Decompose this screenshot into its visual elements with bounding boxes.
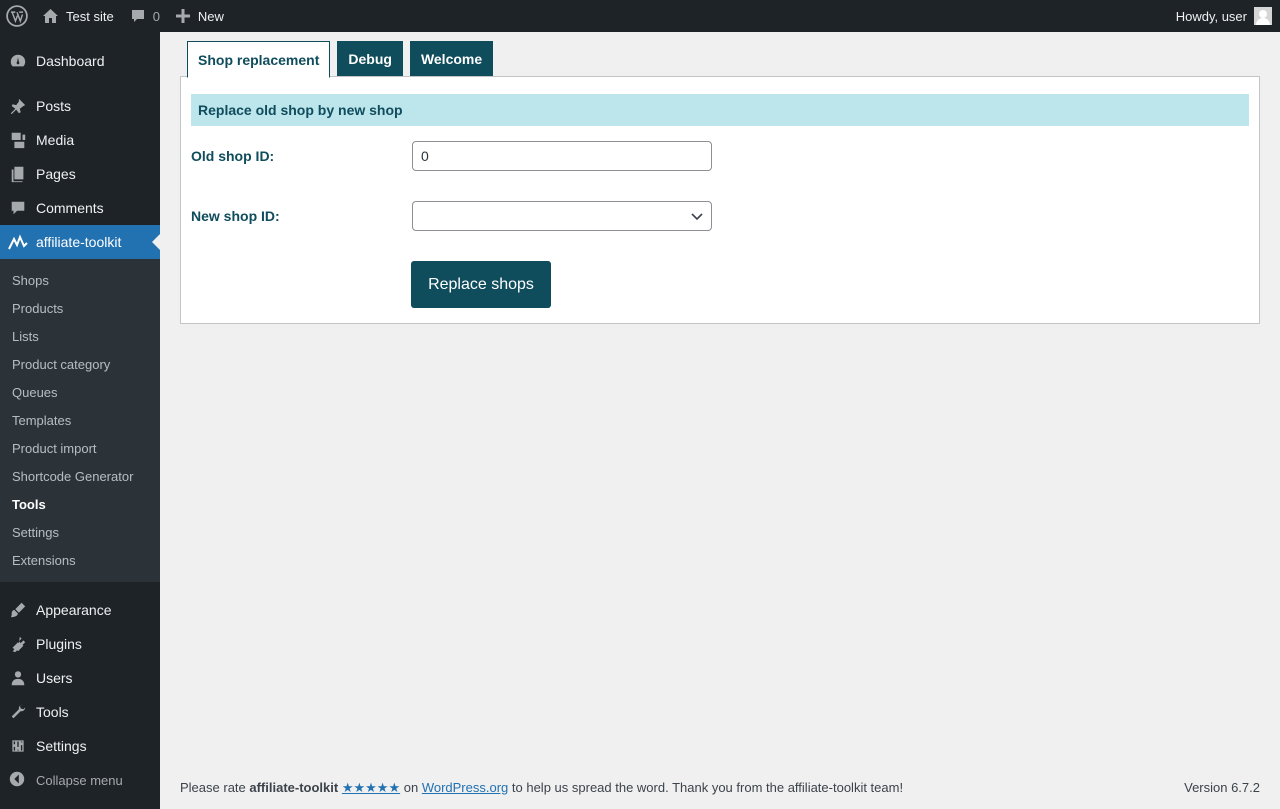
submenu-lists[interactable]: Lists <box>0 322 160 350</box>
submenu-products[interactable]: Products <box>0 294 160 322</box>
collapse-arrow-icon <box>8 770 28 790</box>
footer-text-1: Please rate <box>180 780 250 795</box>
pages-icon <box>8 164 28 184</box>
brush-icon <box>8 600 28 620</box>
menu-label: affiliate-toolkit <box>36 234 122 250</box>
wordpress-logo-icon[interactable] <box>0 0 34 32</box>
submenu-tools[interactable]: Tools <box>0 490 160 518</box>
affiliate-toolkit-submenu: Shops Products Lists Product category Qu… <box>0 259 160 582</box>
shop-replacement-panel: Replace old shop by new shop Old shop ID… <box>180 76 1260 324</box>
submenu-product-import[interactable]: Product import <box>0 434 160 462</box>
rating-stars-link[interactable]: ★★★★★ <box>342 780 400 795</box>
menu-label: Appearance <box>36 602 112 618</box>
submenu-extensions[interactable]: Extensions <box>0 546 160 574</box>
menu-users[interactable]: Users <box>0 661 160 695</box>
submenu-product-category[interactable]: Product category <box>0 350 160 378</box>
footer-text-3: to help us spread the word. Thank you fr… <box>508 780 904 795</box>
menu-label: Comments <box>36 200 104 216</box>
footer-text: Please rate affiliate-toolkit ★★★★★ on W… <box>180 780 903 796</box>
pin-icon <box>8 96 28 116</box>
menu-plugins[interactable]: Plugins <box>0 627 160 661</box>
tab-debug[interactable]: Debug <box>337 41 403 77</box>
menu-tools[interactable]: Tools <box>0 695 160 729</box>
tab-welcome[interactable]: Welcome <box>409 41 494 77</box>
submenu-queues[interactable]: Queues <box>0 378 160 406</box>
footer: Please rate affiliate-toolkit ★★★★★ on W… <box>180 780 1260 796</box>
tab-bar: Shop replacement Debug Welcome <box>187 41 500 78</box>
chevron-down-icon <box>691 210 703 225</box>
footer-plugin-name: affiliate-toolkit <box>249 780 339 795</box>
home-icon <box>42 8 59 24</box>
settings-icon <box>8 736 28 756</box>
site-name-link[interactable]: Test site <box>34 0 122 32</box>
avatar <box>1254 7 1272 25</box>
submenu-settings[interactable]: Settings <box>0 518 160 546</box>
new-shop-id-label: New shop ID: <box>191 208 280 224</box>
plugin-icon <box>8 634 28 654</box>
my-account[interactable]: Howdy, user <box>1168 0 1280 32</box>
menu-dashboard[interactable]: Dashboard <box>0 44 160 78</box>
plus-icon <box>175 9 190 23</box>
comments-link[interactable]: 0 <box>122 0 168 32</box>
admin-bar: Test site 0 New Howdy, user <box>0 0 1280 32</box>
main-content: Shop replacement Debug Welcome Replace o… <box>160 32 1280 809</box>
submenu-templates[interactable]: Templates <box>0 406 160 434</box>
new-shop-id-select[interactable] <box>412 201 712 231</box>
menu-label: Settings <box>36 738 87 754</box>
menu-label: Users <box>36 670 73 686</box>
comment-icon <box>8 198 28 218</box>
collapse-label: Collapse menu <box>36 772 123 788</box>
menu-label: Dashboard <box>36 53 105 69</box>
footer-text-2: on <box>400 780 422 795</box>
panel-heading: Replace old shop by new shop <box>191 94 1249 126</box>
new-label: New <box>197 8 224 24</box>
old-shop-id-input[interactable] <box>412 141 712 171</box>
submenu-shortcode-generator[interactable]: Shortcode Generator <box>0 462 160 490</box>
comments-count: 0 <box>152 8 160 24</box>
comment-icon <box>130 8 146 24</box>
menu-affiliate-toolkit[interactable]: affiliate-toolkit <box>0 225 160 259</box>
tab-shop-replacement[interactable]: Shop replacement <box>187 41 331 78</box>
wordpress-org-link[interactable]: WordPress.org <box>422 780 508 795</box>
menu-settings[interactable]: Settings <box>0 729 160 763</box>
collapse-menu-button[interactable]: Collapse menu <box>0 763 160 797</box>
users-icon <box>8 668 28 688</box>
menu-posts[interactable]: Posts <box>0 89 160 123</box>
version-text: Version 6.7.2 <box>1184 780 1260 795</box>
menu-label: Pages <box>36 166 76 182</box>
howdy-text: Howdy, user <box>1175 8 1247 24</box>
dashboard-icon <box>8 51 28 71</box>
replace-shops-button[interactable]: Replace shops <box>411 261 551 308</box>
affiliate-toolkit-icon <box>8 232 28 252</box>
menu-media[interactable]: Media <box>0 123 160 157</box>
new-content-link[interactable]: New <box>168 0 232 32</box>
old-shop-id-label: Old shop ID: <box>191 148 275 164</box>
media-icon <box>8 130 28 150</box>
menu-label: Posts <box>36 98 72 114</box>
menu-appearance[interactable]: Appearance <box>0 593 160 627</box>
menu-label: Media <box>36 132 75 148</box>
site-name: Test site <box>66 8 114 24</box>
admin-menu: Dashboard Posts Media Pages Comments aff… <box>0 32 160 809</box>
menu-label: Plugins <box>36 636 82 652</box>
menu-label: Tools <box>36 704 69 720</box>
menu-comments[interactable]: Comments <box>0 191 160 225</box>
submenu-shops[interactable]: Shops <box>0 266 160 294</box>
wrench-icon <box>8 702 28 722</box>
menu-pages[interactable]: Pages <box>0 157 160 191</box>
